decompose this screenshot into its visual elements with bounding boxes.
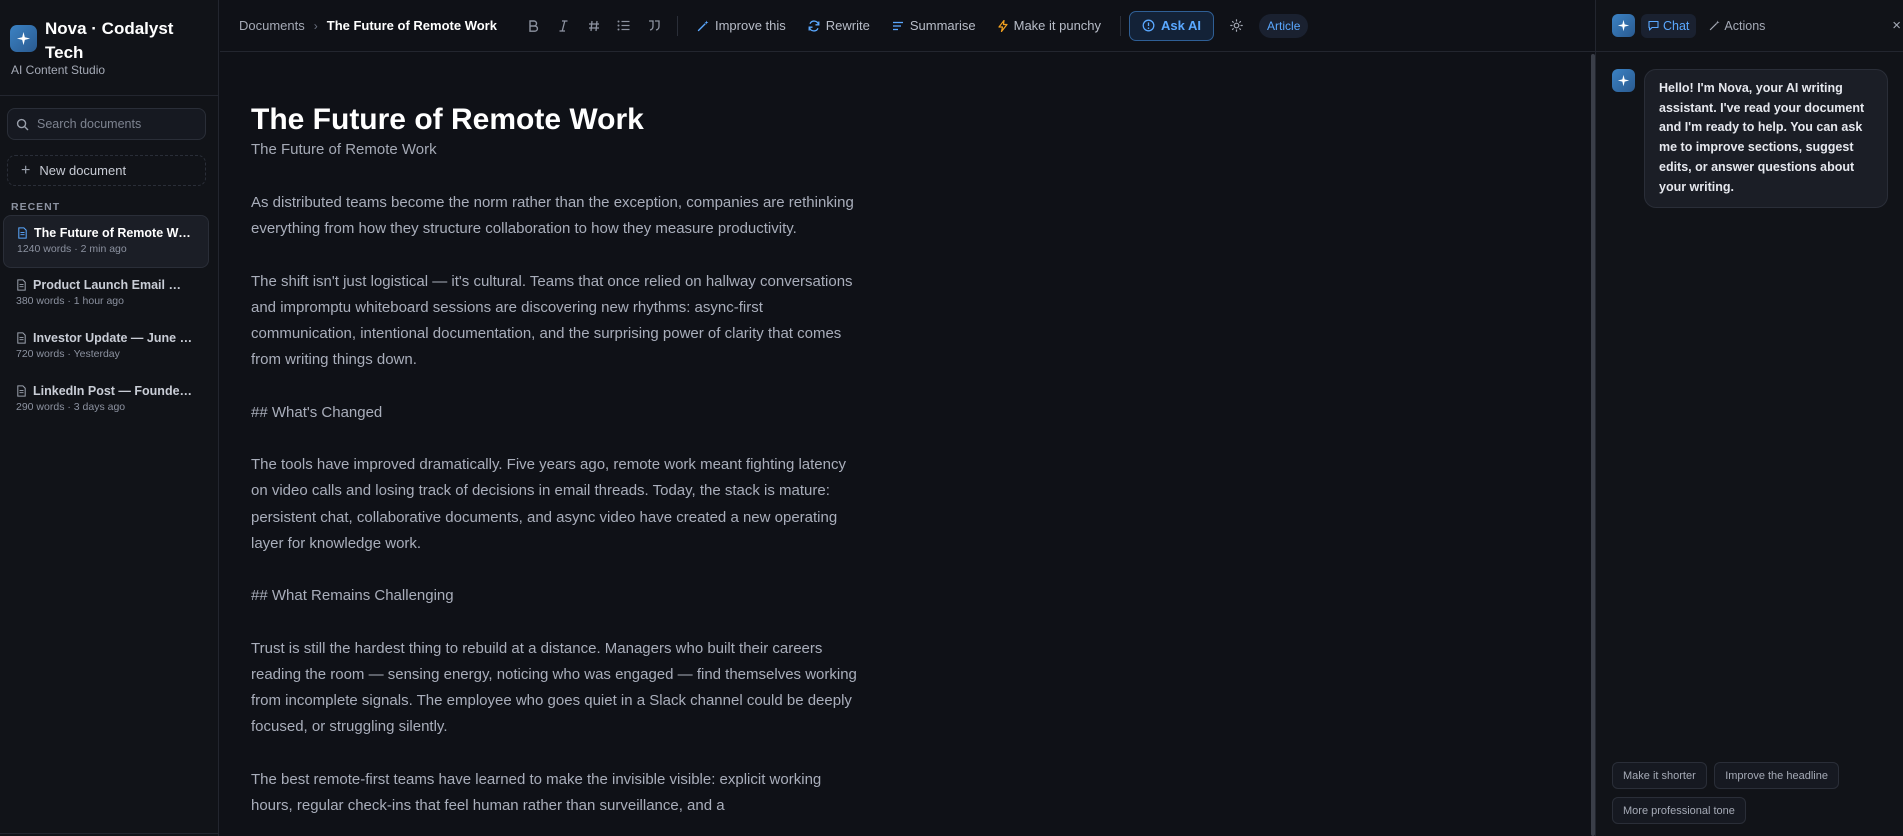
toolbar-separator	[1120, 15, 1122, 36]
recent-label: RECENT	[11, 201, 61, 213]
plus-icon: +	[21, 161, 31, 179]
hash-icon	[588, 20, 600, 32]
section-heading[interactable]: ## What's Changed	[251, 400, 861, 426]
section-heading[interactable]: ## What Remains Challenging	[251, 583, 861, 609]
bold-button[interactable]	[519, 12, 549, 40]
quote-button[interactable]	[639, 12, 669, 40]
theme-toggle-button[interactable]	[1221, 12, 1251, 40]
paragraph[interactable]: As distributed teams become the norm rat…	[251, 190, 861, 243]
sparkle-logo-icon	[10, 25, 37, 52]
make-it-punchy-label: Make it punchy	[1013, 18, 1102, 33]
tab-actions[interactable]: Actions	[1702, 14, 1772, 38]
assistant-message: Hello! I'm Nova, your AI writing assista…	[1612, 69, 1888, 209]
document-meta: 290 words · 3 days ago	[16, 401, 126, 413]
document-icon	[17, 227, 28, 239]
bold-icon	[528, 19, 539, 32]
paragraph[interactable]: The best remote-first teams have learned…	[251, 767, 861, 820]
document-title[interactable]: The Future of Remote Work	[251, 100, 871, 140]
tab-chat-label: Chat	[1663, 18, 1690, 33]
paragraph[interactable]: The shift isn't just logistical — it's c…	[251, 269, 861, 374]
ai-chat-panel: Chat Actions × Hello! I'm Nova, your AI …	[1595, 0, 1903, 836]
document-icon	[16, 385, 27, 397]
summarise-button[interactable]: Summarise	[881, 12, 987, 40]
quote-icon	[648, 20, 660, 31]
document-meta: 720 words · Yesterday	[16, 348, 120, 360]
lightning-icon	[998, 19, 1008, 32]
rewrite-label: Rewrite	[825, 18, 870, 33]
paragraph[interactable]: The tools have improved dramatically. Fi…	[251, 452, 861, 557]
document-icon	[16, 332, 27, 344]
document-item[interactable]: Investor Update — June 2… 720 words · Ye…	[3, 321, 209, 374]
app-title: Nova · Codalyst Tech	[45, 19, 174, 62]
message-bubble: Hello! I'm Nova, your AI writing assista…	[1644, 69, 1888, 209]
search-icon	[16, 118, 29, 131]
tab-chat[interactable]: Chat	[1641, 13, 1697, 38]
sidebar: Nova · Codalyst Tech AI Content Studio +…	[0, 0, 219, 836]
rewrite-button[interactable]: Rewrite	[797, 12, 881, 40]
suggestion-chip[interactable]: More professional tone	[1612, 797, 1746, 824]
italic-button[interactable]	[549, 12, 579, 40]
sidebar-bottom-divider	[0, 833, 219, 834]
improve-this-label: Improve this	[714, 18, 786, 33]
sparkle-logo-icon	[1612, 14, 1635, 37]
document-item[interactable]: The Future of Remote Work 1240 words · 2…	[3, 215, 209, 268]
breadcrumb-current: The Future of Remote Work	[326, 18, 497, 33]
search-input[interactable]	[37, 117, 197, 131]
new-document-button[interactable]: + New document	[7, 155, 206, 186]
new-document-label: New document	[39, 163, 127, 178]
sidebar-divider	[0, 95, 219, 96]
make-it-punchy-button[interactable]: Make it punchy	[987, 12, 1112, 40]
breadcrumb-separator: ›	[313, 18, 318, 33]
chat-header: Chat Actions ×	[1596, 0, 1903, 52]
editor-toolbar: Documents › The Future of Remote Work Im…	[220, 0, 1595, 52]
improve-this-button[interactable]: Improve this	[686, 12, 797, 40]
align-left-icon	[892, 21, 904, 31]
app-subtitle: AI Content Studio	[11, 63, 106, 77]
toolbar-separator	[676, 15, 678, 36]
suggestion-chip[interactable]: Improve the headline	[1714, 762, 1839, 789]
document-title: The Future of Remote Work	[34, 226, 194, 240]
document-title: Product Launch Email — …	[33, 278, 193, 292]
suggestion-chips: Make it shorter Improve the headline Mor…	[1612, 762, 1892, 832]
document-body[interactable]: As distributed teams become the norm rat…	[251, 190, 871, 819]
document-editor[interactable]: The Future of Remote Work The Future of …	[251, 100, 871, 836]
search-box[interactable]	[7, 108, 206, 140]
refresh-icon	[808, 19, 820, 32]
bullet-list-button[interactable]	[609, 12, 639, 40]
paragraph[interactable]: Trust is still the hardest thing to rebu…	[251, 636, 861, 741]
document-meta: 1240 words · 2 min ago	[17, 243, 127, 255]
tab-actions-label: Actions	[1724, 18, 1766, 33]
summarise-label: Summarise	[909, 18, 976, 33]
sun-icon	[1229, 19, 1243, 32]
ai-badge-icon	[1142, 19, 1155, 32]
italic-icon	[558, 19, 569, 32]
magic-wand-icon	[1709, 20, 1720, 31]
close-icon[interactable]: ×	[1892, 17, 1901, 34]
ask-ai-button[interactable]: Ask AI	[1129, 10, 1215, 41]
magic-wand-icon	[697, 20, 709, 32]
breadcrumb-root[interactable]: Documents	[239, 18, 305, 33]
heading-button[interactable]	[579, 12, 609, 40]
ask-ai-label: Ask AI	[1161, 18, 1202, 33]
document-meta: 380 words · 1 hour ago	[16, 295, 124, 307]
document-item[interactable]: Product Launch Email — … 380 words · 1 h…	[3, 268, 209, 321]
list-icon	[617, 20, 630, 31]
document-list: The Future of Remote Work 1240 words · 2…	[3, 215, 209, 427]
document-icon	[16, 279, 27, 291]
chat-bubble-icon	[1648, 20, 1659, 31]
brand: Nova · Codalyst Tech	[0, 0, 218, 65]
document-type-badge[interactable]: Article	[1259, 13, 1309, 38]
document-subtitle[interactable]: The Future of Remote Work	[251, 140, 871, 160]
document-title: Investor Update — June 2…	[33, 331, 193, 345]
document-item[interactable]: LinkedIn Post — Founder … 290 words · 3 …	[3, 374, 209, 427]
suggestion-chip[interactable]: Make it shorter	[1612, 762, 1707, 789]
format-buttons	[519, 12, 669, 40]
document-title: LinkedIn Post — Founder …	[33, 384, 193, 398]
assistant-avatar	[1612, 69, 1635, 92]
